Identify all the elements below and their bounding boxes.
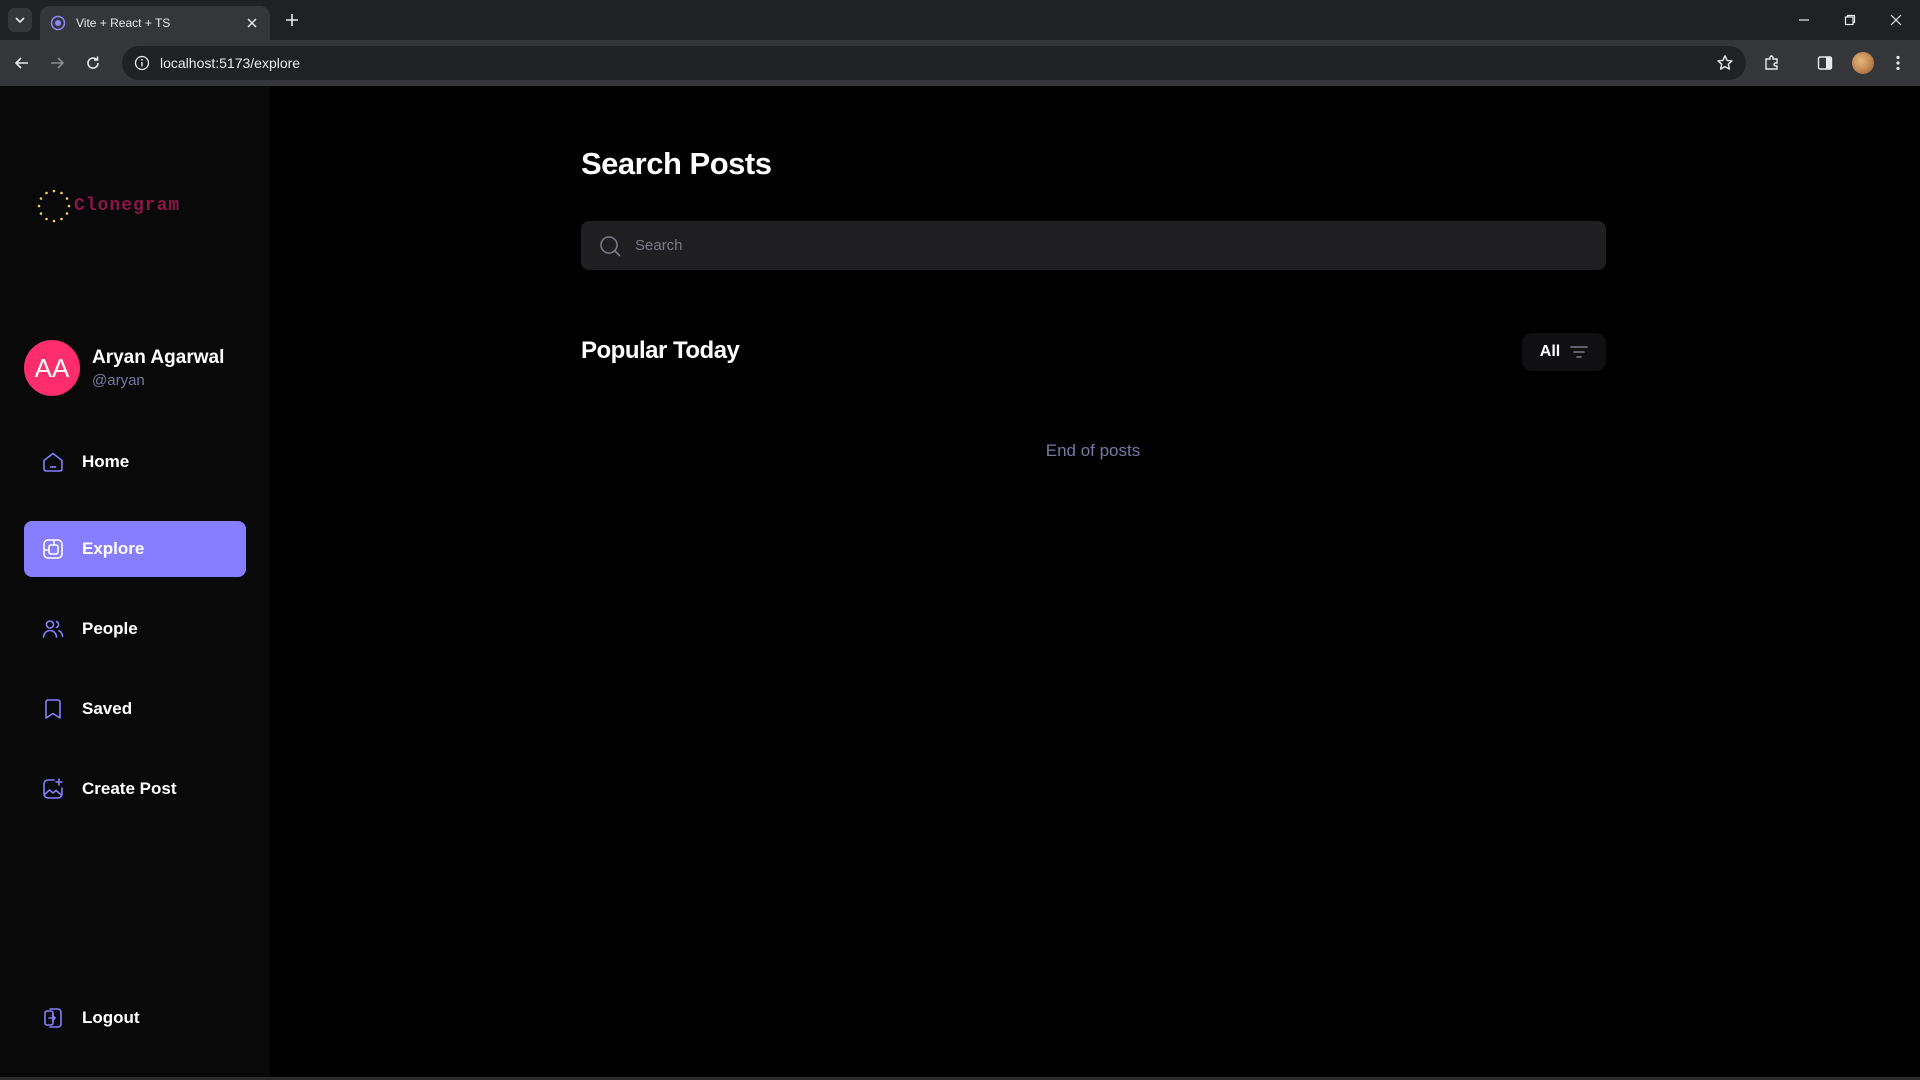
address-bar[interactable]: localhost:5173/explore bbox=[122, 46, 1746, 80]
tab-title: Vite + React + TS bbox=[76, 16, 171, 30]
browser-tab-active[interactable]: Vite + React + TS bbox=[40, 6, 270, 40]
avatar: AA bbox=[24, 340, 80, 396]
nav-label: Home bbox=[82, 452, 130, 471]
reload-button[interactable] bbox=[81, 51, 105, 75]
end-of-posts-text: End of posts bbox=[1045, 441, 1141, 460]
home-icon bbox=[40, 449, 66, 475]
browser-toolbar: localhost:5173/explore bbox=[0, 40, 1920, 86]
minimize-button[interactable] bbox=[1794, 10, 1814, 30]
restore-button[interactable] bbox=[1840, 10, 1860, 30]
section-title: Popular Today bbox=[581, 337, 740, 364]
nav-label: Explore bbox=[82, 539, 145, 558]
arrow-right-icon bbox=[51, 57, 65, 69]
minimize-icon bbox=[1799, 19, 1809, 21]
gallery-add-icon bbox=[40, 776, 66, 802]
nav-label: Create Post bbox=[82, 779, 177, 798]
user-name: Aryan Agarwal bbox=[92, 347, 225, 368]
logo-ring-icon bbox=[37, 189, 71, 223]
side-panel-button[interactable] bbox=[1815, 53, 1835, 73]
user-handle: @aryan bbox=[92, 372, 145, 389]
search-input[interactable] bbox=[635, 221, 1606, 270]
browser-menu-button[interactable] bbox=[1888, 53, 1908, 73]
left-sidebar: Clonegram AA Aryan Agarwal @aryan Home E… bbox=[0, 86, 270, 1078]
sidebar-item-explore[interactable]: Explore bbox=[24, 521, 246, 577]
reload-icon bbox=[87, 56, 99, 69]
sidebar-item-people[interactable]: People bbox=[24, 601, 246, 657]
logout-button[interactable]: Logout bbox=[24, 990, 246, 1046]
plus-icon bbox=[286, 14, 298, 26]
filter-button[interactable]: All bbox=[1522, 333, 1606, 371]
close-tab-icon[interactable] bbox=[244, 15, 260, 31]
more-vertical-icon bbox=[1896, 55, 1900, 71]
extensions-button[interactable] bbox=[1762, 53, 1782, 73]
bookmark-icon bbox=[40, 696, 66, 722]
logout-icon bbox=[40, 1005, 66, 1031]
sidebar-item-create-post[interactable]: Create Post bbox=[24, 761, 246, 817]
nav-label: People bbox=[82, 619, 138, 638]
forward-button[interactable] bbox=[45, 51, 69, 75]
close-icon bbox=[1890, 14, 1902, 26]
filter-icon bbox=[1570, 346, 1589, 358]
page-title: Search Posts bbox=[581, 146, 772, 181]
nav-label: Saved bbox=[82, 699, 133, 718]
explore-icon bbox=[40, 536, 66, 562]
people-icon bbox=[40, 616, 66, 642]
tab-search-button[interactable] bbox=[8, 8, 32, 32]
user-profile[interactable]: AA Aryan Agarwal @aryan bbox=[24, 340, 224, 396]
new-tab-button[interactable] bbox=[282, 10, 302, 30]
site-info-icon[interactable] bbox=[132, 53, 152, 73]
browser-profile-avatar[interactable] bbox=[1852, 52, 1874, 74]
sidebar-item-home[interactable]: Home bbox=[24, 434, 246, 490]
side-panel-icon bbox=[1817, 56, 1833, 70]
restore-icon bbox=[1844, 14, 1856, 26]
puzzle-icon bbox=[1765, 55, 1778, 70]
sidebar-item-saved[interactable]: Saved bbox=[24, 681, 246, 737]
search-icon bbox=[597, 233, 623, 259]
favicon-icon bbox=[50, 15, 66, 31]
chevron-down-icon bbox=[15, 17, 25, 24]
logo-text: Clonegram bbox=[74, 196, 181, 216]
filter-label: All bbox=[1539, 343, 1561, 360]
back-button[interactable] bbox=[10, 51, 34, 75]
browser-tabstrip: Vite + React + TS bbox=[0, 0, 1920, 40]
close-window-button[interactable] bbox=[1886, 10, 1906, 30]
bookmark-star-icon[interactable] bbox=[1716, 54, 1734, 72]
search-bar[interactable] bbox=[581, 221, 1606, 270]
arrow-left-icon bbox=[14, 57, 28, 69]
app-logo[interactable]: Clonegram bbox=[36, 188, 180, 224]
nav-label: Logout bbox=[82, 1008, 140, 1027]
url-text: localhost:5173/explore bbox=[160, 55, 301, 71]
